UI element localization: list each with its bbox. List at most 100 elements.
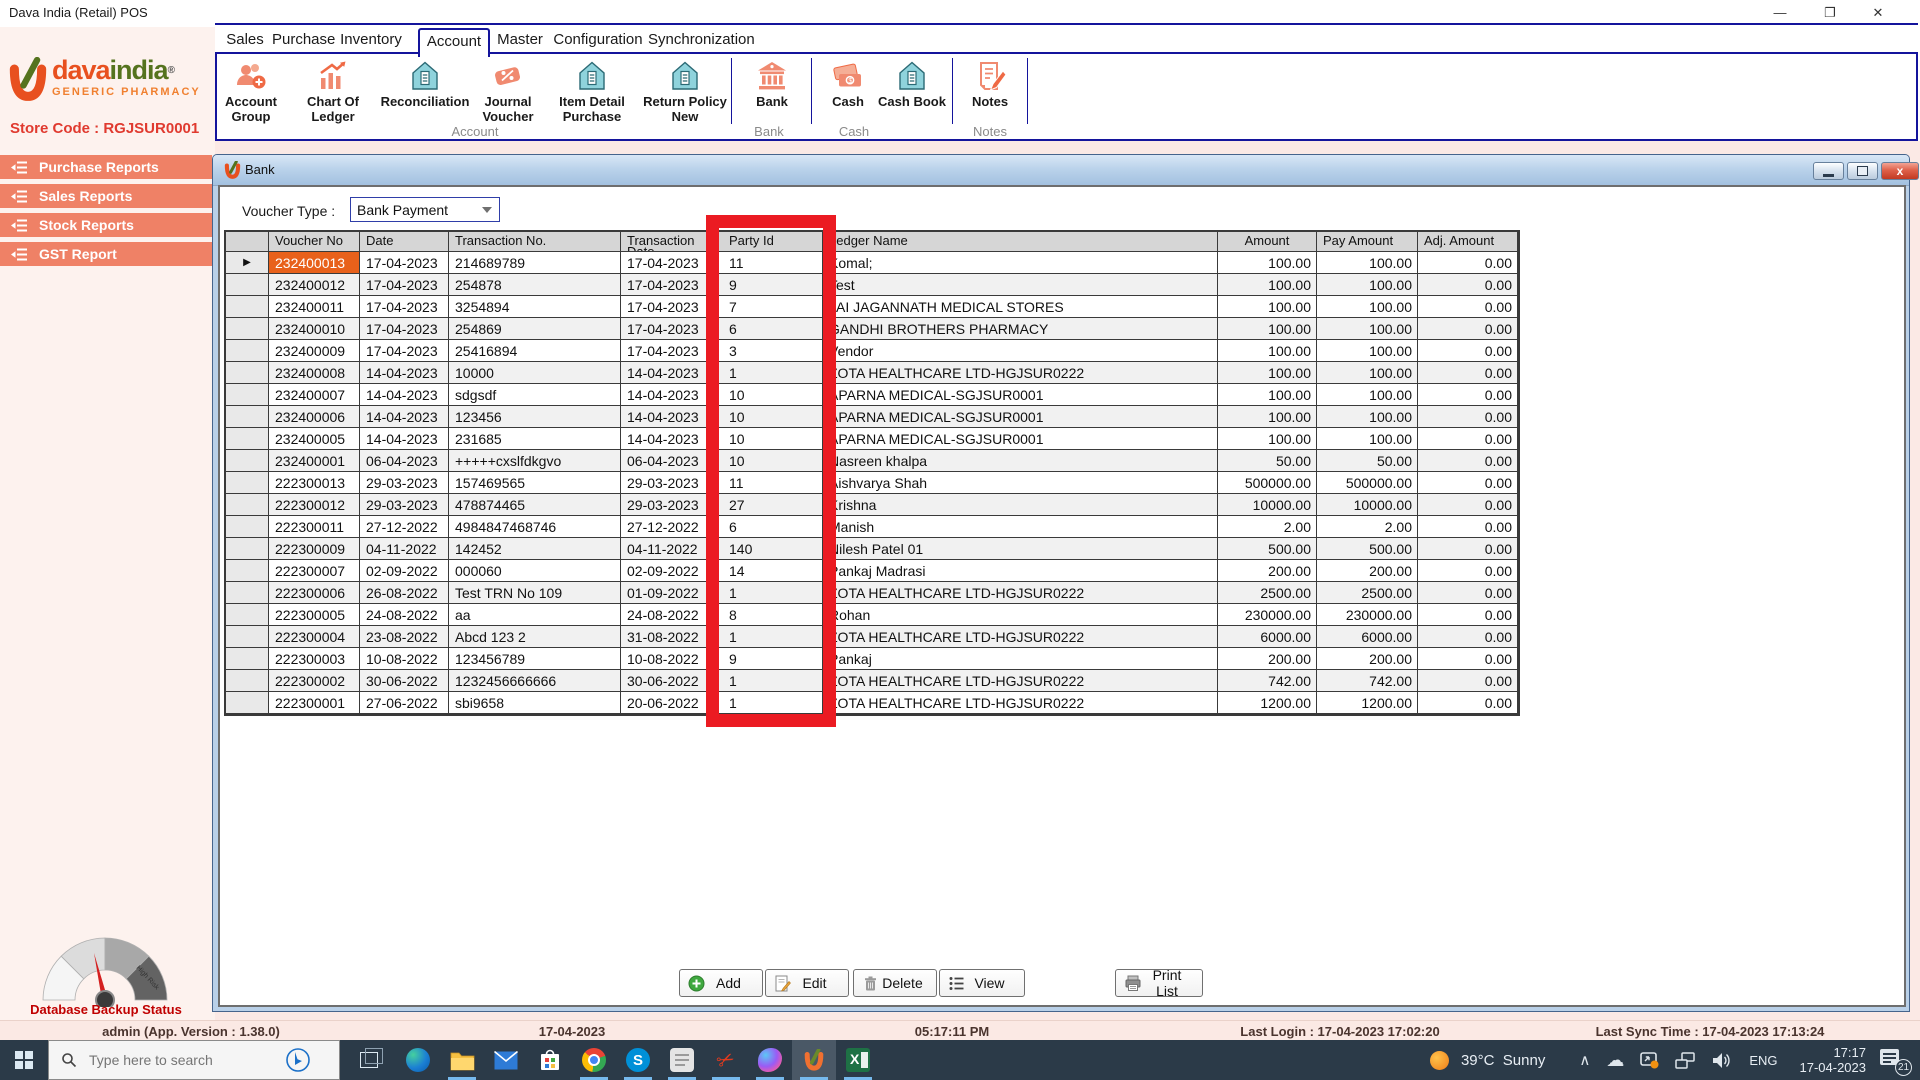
cell-pay_amount[interactable]: 100.00	[1317, 384, 1418, 406]
cell-trn_date[interactable]: 17-04-2023	[621, 296, 717, 318]
ribbon-item-notes[interactable]: Notes	[945, 57, 1035, 109]
task-view-icon[interactable]	[348, 1040, 390, 1080]
column-header-transaction-no[interactable]: Transaction No.	[449, 232, 621, 252]
taskbar-app-edge[interactable]	[396, 1040, 440, 1080]
cell-pay_amount[interactable]: 100.00	[1317, 340, 1418, 362]
table-row[interactable]: 22230000423-08-2022Abcd 123 231-08-20221…	[226, 626, 1518, 648]
column-header-date[interactable]: Date	[360, 232, 449, 252]
bank-restore-icon[interactable]	[1847, 162, 1878, 180]
cell-voucher_no[interactable]: 232400001	[269, 450, 360, 472]
cell-trn_no[interactable]: 1232456666666	[449, 670, 621, 692]
cell-ledger[interactable]: Manish	[823, 516, 1218, 538]
delete-button[interactable]: Delete	[853, 969, 937, 997]
cell-adj_amount[interactable]: 0.00	[1418, 450, 1518, 472]
table-row[interactable]: 23240000614-04-202312345614-04-202310APA…	[226, 406, 1518, 428]
cell-date[interactable]: 23-08-2022	[360, 626, 449, 648]
table-row[interactable]: 23240001017-04-202325486917-04-20236GAND…	[226, 318, 1518, 340]
edit-button[interactable]: Edit	[765, 969, 849, 997]
cell-pay_amount[interactable]: 100.00	[1317, 362, 1418, 384]
cell-pay_amount[interactable]: 230000.00	[1317, 604, 1418, 626]
cell-voucher_no[interactable]: 222300006	[269, 582, 360, 604]
cell-adj_amount[interactable]: 0.00	[1418, 626, 1518, 648]
ribbon-item-cash-book[interactable]: Cash Book	[867, 57, 957, 109]
table-row[interactable]: 22230000626-08-2022Test TRN No 10901-09-…	[226, 582, 1518, 604]
cell-amount[interactable]: 100.00	[1218, 318, 1317, 340]
tab-account[interactable]: Account	[418, 28, 490, 57]
cell-date[interactable]: 14-04-2023	[360, 428, 449, 450]
cell-amount[interactable]: 10000.00	[1218, 494, 1317, 516]
cell-adj_amount[interactable]: 0.00	[1418, 692, 1518, 714]
cell-voucher_no[interactable]: 232400010	[269, 318, 360, 340]
sidebar-item-sales-reports[interactable]: Sales Reports	[0, 184, 212, 208]
taskbar-app-excel[interactable]: X	[836, 1040, 880, 1080]
tab-configuration[interactable]: Configuration	[552, 28, 644, 52]
column-header-transaction-date[interactable]: Transaction Date	[621, 232, 717, 252]
ribbon-item-account-group[interactable]: Account Group	[206, 57, 296, 124]
cell-date[interactable]: 26-08-2022	[360, 582, 449, 604]
cell-ledger[interactable]: Test	[823, 274, 1218, 296]
cell-trn_date[interactable]: 31-08-2022	[621, 626, 717, 648]
cell-voucher_no[interactable]: 222300012	[269, 494, 360, 516]
cell-trn_date[interactable]: 10-08-2022	[621, 648, 717, 670]
cell-ledger[interactable]: ZOTA HEALTHCARE LTD-HGJSUR0222	[823, 692, 1218, 714]
cell-ledger[interactable]: APARNA MEDICAL-SGJSUR0001	[823, 428, 1218, 450]
cell-trn_no[interactable]: 157469565	[449, 472, 621, 494]
cell-ledger[interactable]: GANDHI BROTHERS PHARMACY	[823, 318, 1218, 340]
cell-adj_amount[interactable]: 0.00	[1418, 406, 1518, 428]
cell-trn_no[interactable]: sbi9658	[449, 692, 621, 714]
cell-adj_amount[interactable]: 0.00	[1418, 252, 1518, 274]
cell-pay_amount[interactable]: 100.00	[1317, 252, 1418, 274]
bing-icon[interactable]	[283, 1045, 313, 1075]
view-button[interactable]: View	[939, 969, 1025, 997]
cell-amount[interactable]: 2.00	[1218, 516, 1317, 538]
cell-trn_no[interactable]: 254869	[449, 318, 621, 340]
cell-date[interactable]: 14-04-2023	[360, 384, 449, 406]
restore-icon[interactable]: ❐	[1810, 2, 1850, 23]
cell-voucher_no[interactable]: 222300007	[269, 560, 360, 582]
cell-adj_amount[interactable]: 0.00	[1418, 670, 1518, 692]
network-icon[interactable]	[1675, 1052, 1695, 1069]
cell-trn_no[interactable]: Abcd 123 2	[449, 626, 621, 648]
cell-date[interactable]: 30-06-2022	[360, 670, 449, 692]
cell-amount[interactable]: 100.00	[1218, 274, 1317, 296]
cell-ledger[interactable]: Aishvarya Shah	[823, 472, 1218, 494]
cell-voucher_no[interactable]: 232400011	[269, 296, 360, 318]
cell-adj_amount[interactable]: 0.00	[1418, 538, 1518, 560]
cell-pay_amount[interactable]: 100.00	[1317, 428, 1418, 450]
minimize-icon[interactable]: —	[1760, 2, 1800, 23]
cell-trn_no[interactable]: +++++cxslfdkgvo	[449, 450, 621, 472]
table-row[interactable]: 22230001329-03-202315746956529-03-202311…	[226, 472, 1518, 494]
column-header-voucher-no[interactable]: Voucher No	[269, 232, 360, 252]
column-header-amount[interactable]: Amount	[1218, 232, 1317, 252]
cell-trn_date[interactable]: 29-03-2023	[621, 494, 717, 516]
cell-adj_amount[interactable]: 0.00	[1418, 340, 1518, 362]
taskbar-search[interactable]	[48, 1040, 340, 1080]
cell-trn_no[interactable]: 000060	[449, 560, 621, 582]
table-row[interactable]: 22230000310-08-202212345678910-08-20229P…	[226, 648, 1518, 670]
cell-voucher_no[interactable]: 232400005	[269, 428, 360, 450]
bank-close-icon[interactable]: x	[1881, 162, 1919, 180]
tab-master[interactable]: Master	[492, 28, 548, 52]
cell-pay_amount[interactable]: 1200.00	[1317, 692, 1418, 714]
cell-date[interactable]: 10-08-2022	[360, 648, 449, 670]
cell-adj_amount[interactable]: 0.00	[1418, 648, 1518, 670]
cell-voucher_no[interactable]: 222300005	[269, 604, 360, 626]
cell-ledger[interactable]: APARNA MEDICAL-SGJSUR0001	[823, 406, 1218, 428]
cell-ledger[interactable]: Krishna	[823, 494, 1218, 516]
sidebar-item-purchase-reports[interactable]: Purchase Reports	[0, 155, 212, 179]
cell-trn_no[interactable]: 123456	[449, 406, 621, 428]
weather-text[interactable]: 39°C Sunny	[1461, 1052, 1545, 1069]
cell-trn_no[interactable]: 4984847468746	[449, 516, 621, 538]
cell-ledger[interactable]: Nasreen khalpa	[823, 450, 1218, 472]
taskbar-app-skype[interactable]: S	[616, 1040, 660, 1080]
cell-trn_date[interactable]: 01-09-2022	[621, 582, 717, 604]
weather-sun-icon[interactable]	[1430, 1051, 1449, 1070]
cell-trn_date[interactable]: 17-04-2023	[621, 318, 717, 340]
cell-pay_amount[interactable]: 100.00	[1317, 274, 1418, 296]
cell-pay_amount[interactable]: 6000.00	[1317, 626, 1418, 648]
taskbar-app-mail[interactable]	[484, 1040, 528, 1080]
cell-trn_date[interactable]: 14-04-2023	[621, 362, 717, 384]
cell-trn_no[interactable]: 478874465	[449, 494, 621, 516]
cell-pay_amount[interactable]: 2500.00	[1317, 582, 1418, 604]
cell-trn_date[interactable]: 30-06-2022	[621, 670, 717, 692]
